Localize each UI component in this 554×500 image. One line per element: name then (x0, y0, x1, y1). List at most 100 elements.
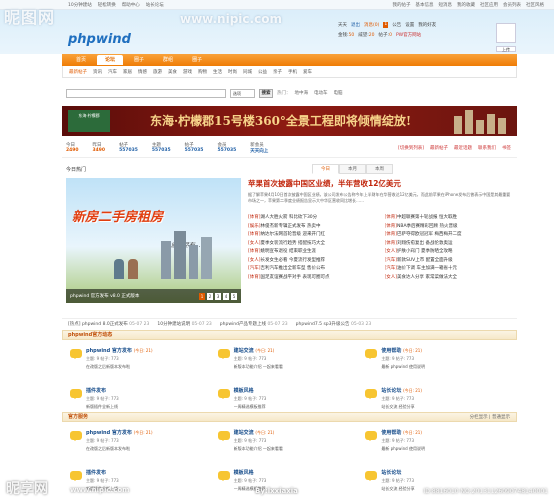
messages-link[interactable]: 消息(0) (364, 22, 379, 28)
news-item[interactable]: [女人]夏季女装流行趋势 搭配技巧大全 (248, 240, 377, 249)
username[interactable]: 天天 (338, 22, 347, 28)
stats-link[interactable]: 书签 (502, 145, 511, 151)
ticker-item[interactable]: [热点] phpwind 8.0正式发布 05-07 23 (68, 321, 149, 327)
slide-page[interactable]: 3 (215, 293, 221, 300)
subnav-item[interactable]: 公益 (258, 69, 267, 75)
nav-item[interactable]: 首页 (68, 55, 94, 65)
forum-name[interactable]: phpwind 官方发布 (今日: 21) (86, 429, 216, 436)
top-link[interactable]: 帮助中心 (122, 2, 140, 8)
headline-title[interactable]: 苹果首次披露中国区业绩，半年营收12亿美元 (248, 178, 513, 189)
forum-last-post[interactable]: 新版本功能介绍 一起来看看 (234, 446, 364, 452)
forum-name[interactable]: 建站交流 (今日: 21) (234, 347, 364, 354)
notice-link[interactable]: 公告 (392, 22, 401, 28)
ticker-item[interactable]: phpwind产品专题上线 05-07 23 (220, 321, 288, 327)
news-item[interactable]: [体育]NBA季后赛精彩回顾 热火晋级 (385, 223, 514, 232)
forum-name[interactable]: 使用帮助 (今日: 21) (381, 347, 511, 354)
top-link[interactable]: 社区风格 (526, 2, 544, 8)
news-item[interactable]: [体育]湖人大胜火箭 科比砍下30分 (248, 214, 377, 223)
subnav-item[interactable]: 爱车 (303, 69, 312, 75)
stats-link[interactable]: [切换到列表] (398, 145, 424, 151)
top-link[interactable]: 基本信息 (416, 2, 434, 8)
forum-card[interactable]: 建站交流 (今日: 21) 主题: 9 帖子: 773 新版本功能介绍 一起来看看 (216, 347, 364, 381)
search-scope-select[interactable]: 选项 (230, 88, 255, 98)
stats-link[interactable]: 联系我们 (478, 145, 496, 151)
forum-card[interactable]: 建站交流 (今日: 21) 主题: 9 帖子: 773 新版本功能介绍 一起来看看 (216, 429, 364, 463)
subnav-item[interactable]: 最新帖子 (69, 69, 87, 75)
forum-card[interactable]: 使用帮助 (今日: 21) 主题: 9 帖子: 773 最新 phpwind 使用说… (363, 429, 511, 463)
subnav-item[interactable]: 同城 (243, 69, 252, 75)
slide-page[interactable]: 5 (231, 293, 237, 300)
news-item[interactable]: [体育]纳达尔法网首轮晋级 迎来开门红 (248, 231, 377, 240)
top-link[interactable]: 社区应用 (480, 2, 498, 8)
forum-card[interactable]: phpwind 官方发布 (今日: 21) 主题: 9 帖子: 773 在改版之后新… (68, 347, 216, 381)
ad-banner[interactable]: 东海·柠檬郡 东海·柠檬郡15号楼360°全景工程即将倾情绽放! (62, 106, 517, 136)
forum-name[interactable]: 插件发布 (86, 469, 216, 476)
top-link[interactable]: 站长论坛 (146, 2, 164, 8)
forum-last-post[interactable]: 站长交流 经验分享 (381, 404, 511, 410)
official-site-link[interactable]: PW官方网站 (396, 32, 421, 38)
forum-name[interactable]: 模板风格 (234, 469, 364, 476)
nav-item[interactable]: 圈子 (184, 55, 210, 65)
nav-item[interactable]: 论坛 (97, 55, 124, 65)
phpwind-logo[interactable]: phpwind (68, 32, 131, 47)
slide-page[interactable]: 4 (223, 293, 229, 300)
stats-link[interactable]: 最新帖子 (430, 145, 448, 151)
section-header[interactable]: phpwind官方动态 (62, 330, 517, 340)
subnav-item[interactable]: 汽车 (108, 69, 117, 75)
top-link[interactable]: 短消息 (439, 2, 453, 8)
forum-card[interactable]: 使用帮助 (今日: 21) 主题: 9 帖子: 773 最新 phpwind 使用说… (363, 347, 511, 381)
forum-name[interactable]: 站长论坛 (381, 469, 511, 476)
forum-last-post[interactable]: 新版插件全新上线 (86, 404, 216, 410)
subnav-item[interactable]: 游戏 (183, 69, 192, 75)
hot-tab[interactable]: 今日 (312, 164, 339, 174)
forum-name[interactable]: 站长论坛 (今日: 21) (381, 387, 511, 394)
subnav-item[interactable]: 亲子 (273, 69, 282, 75)
news-item[interactable]: [体育]刘翔伤愈复出 备战伦敦奥运 (385, 240, 514, 249)
hot-word[interactable]: 地中海 (295, 90, 309, 96)
news-item[interactable]: [体育]姚明宣布退役 结束职业生涯 (248, 248, 377, 257)
subnav-item[interactable]: 购物 (198, 69, 207, 75)
slide-page[interactable]: 1 (199, 293, 205, 300)
news-item[interactable]: [汽车]新款SUV上市 配置全面升级 (385, 257, 514, 266)
forum-last-post[interactable]: 在改版之后新版本发布啦 (86, 446, 216, 452)
forum-last-post[interactable]: 在改版之后新版本发布啦 (86, 364, 216, 370)
slide-page[interactable]: 2 (207, 293, 213, 300)
top-link[interactable]: 我的帖子 (393, 2, 411, 8)
nav-item[interactable]: 圈子 (126, 55, 152, 65)
subnav-item[interactable]: 旅游 (153, 69, 162, 75)
forum-card[interactable]: phpwind 官方发布 (今日: 21) 主题: 9 帖子: 773 在改版之后新… (68, 429, 216, 463)
subnav-item[interactable]: 美食 (168, 69, 177, 75)
news-item[interactable]: [汽车]油价下调 车主加满一箱省十元 (385, 265, 514, 274)
hot-tab[interactable]: 本周 (366, 164, 393, 174)
news-item[interactable]: [体育]中超联赛第十轮战报 恒大取胜 (385, 214, 514, 223)
ticker-item[interactable]: 10分钟建站说明 05-07 23 (157, 321, 211, 327)
subnav-item[interactable]: 情感 (138, 69, 147, 75)
settings-link[interactable]: 设置 (405, 22, 414, 28)
ticker-item[interactable]: phpwind7.5 sp3升级公告 05-03 23 (296, 321, 372, 327)
forum-search-button[interactable]: 搜索 (259, 88, 273, 98)
forum-last-post[interactable]: 新版本功能介绍 一起来看看 (234, 364, 364, 370)
hot-tab[interactable]: 本月 (339, 164, 366, 174)
news-item[interactable]: [女人]护肤小窍门 夏季防晒全攻略 (385, 248, 514, 257)
forum-name[interactable]: 建站交流 (今日: 21) (234, 429, 364, 436)
news-item[interactable]: [体育]巴萨夺得欧冠冠军 梅西梅开二度 (385, 231, 514, 240)
nav-item[interactable]: 群组 (155, 55, 181, 65)
top-link[interactable]: 会员列表 (503, 2, 521, 8)
subnav-item[interactable]: 手机 (288, 69, 297, 75)
forum-name[interactable]: phpwind 官方发布 (今日: 21) (86, 347, 216, 354)
friends-link[interactable]: 我的好友 (418, 22, 436, 28)
news-item[interactable]: [娱乐]林俊杰新专辑正式发布 热卖中 (248, 223, 377, 232)
top-link[interactable]: 10分钟建站 (68, 2, 92, 8)
subnav-item[interactable]: 生活 (213, 69, 222, 75)
forum-name[interactable]: 使用帮助 (今日: 21) (381, 429, 511, 436)
news-item[interactable]: [体育]国足友谊赛战平对手 表现可圈可点 (248, 274, 377, 283)
hot-word[interactable]: 电脑 (334, 90, 343, 96)
logout-link[interactable]: 退出 (351, 22, 360, 28)
upload-avatar-button[interactable]: 上传 (496, 46, 516, 52)
avatar[interactable] (496, 23, 516, 43)
subnav-item[interactable]: 家居 (123, 69, 132, 75)
stats-link[interactable]: 最近话题 (454, 145, 472, 151)
slideshow[interactable]: 新房二手房租房 应有尽有...... phpwind 官方发布 v8.0 正式版… (66, 178, 241, 303)
subnav-item[interactable]: 时尚 (228, 69, 237, 75)
forum-name[interactable]: 插件发布 (86, 387, 216, 394)
